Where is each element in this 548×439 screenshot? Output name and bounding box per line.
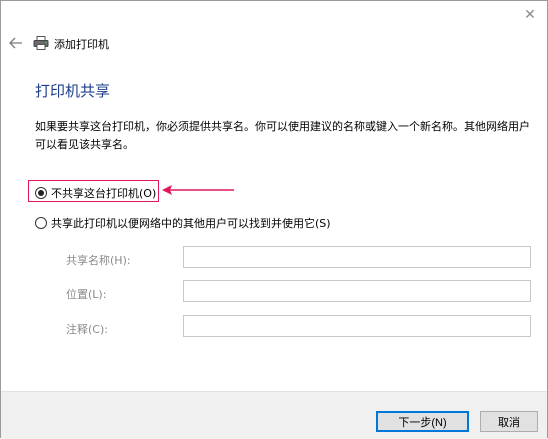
close-icon: ✕ <box>524 7 536 23</box>
annotation-arrow-icon <box>162 185 234 195</box>
radio-share-label: 共享此打印机以便网络中的其他用户可以找到并使用它(S) <box>51 217 331 230</box>
radio-share[interactable]: 共享此打印机以便网络中的其他用户可以找到并使用它(S) <box>35 215 331 231</box>
location-field[interactable] <box>183 280 531 302</box>
close-button[interactable]: ✕ <box>519 5 541 25</box>
comment-label: 注释(C): <box>66 323 108 336</box>
radio-no-share-button[interactable] <box>35 187 47 199</box>
description-text: 如果要共享这台打印机，你必须提供共享名。你可以使用建议的名称或键入一个新名称。其… <box>35 120 530 151</box>
add-printer-window: ✕ 添加打印机 打印机共享 如果要共享这台打印机，你必须提供共享名。你可以使用建… <box>0 0 548 439</box>
wizard-title: 添加打印机 <box>54 38 109 51</box>
cancel-button[interactable]: 取消 <box>480 411 538 432</box>
comment-field[interactable] <box>183 315 531 337</box>
share-name-field[interactable] <box>183 246 531 268</box>
back-arrow-icon <box>9 37 22 49</box>
wizard-footer: 下一步(N) 取消 <box>1 391 547 439</box>
printer-icon <box>33 36 49 50</box>
back-button[interactable] <box>6 33 26 53</box>
wizard-header: 添加打印机 <box>1 31 547 55</box>
radio-no-share-label: 不共享这台打印机(O) <box>51 187 157 200</box>
share-name-label: 共享名称(H): <box>66 254 131 267</box>
location-label: 位置(L): <box>66 288 107 301</box>
next-button[interactable]: 下一步(N) <box>376 411 469 432</box>
radio-no-share[interactable]: 不共享这台打印机(O) <box>35 185 156 201</box>
page-heading: 打印机共享 <box>35 82 111 100</box>
radio-share-button[interactable] <box>35 217 47 229</box>
